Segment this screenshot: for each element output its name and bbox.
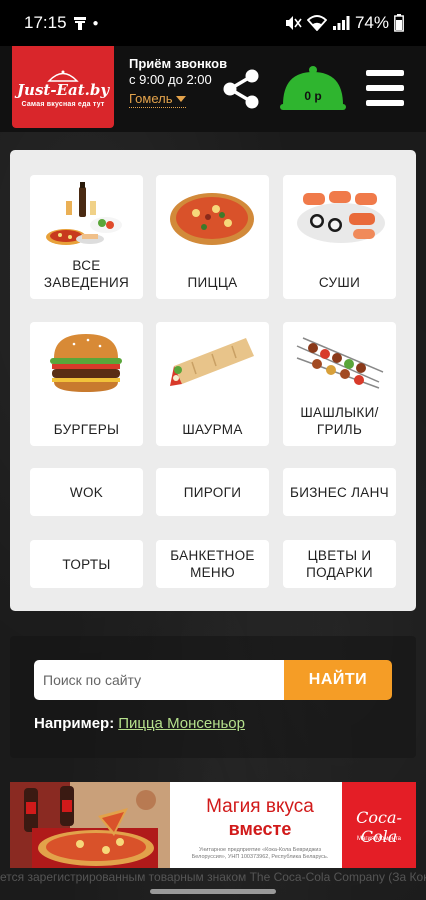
ad-banner[interactable]: Магия вкуса вместе Унитарное предприятие… xyxy=(10,782,416,868)
category-cakes[interactable]: ТОРТЫ xyxy=(30,540,143,588)
category-pizza[interactable]: ПИЦЦА xyxy=(156,175,269,299)
status-bar: 17:15 ● 74% xyxy=(0,0,426,46)
category-business-lunch[interactable]: БИЗНЕС ЛАНЧ xyxy=(283,468,396,516)
category-wok[interactable]: WOK xyxy=(30,468,143,516)
search-example: Например: Пицца Монсеньор xyxy=(34,715,245,732)
menu-bar xyxy=(366,100,404,106)
category-burgers[interactable]: БУРГЕРЫ xyxy=(30,322,143,446)
category-label: ПИЦЦА xyxy=(187,275,238,290)
category-label: ШАШЛЫКИ/ ГРИЛЬ xyxy=(300,405,379,437)
category-label: СУШИ xyxy=(318,275,361,290)
pizza-photo-image xyxy=(10,782,170,868)
status-time: 17:15 xyxy=(24,13,67,32)
dot-icon: ● xyxy=(92,17,99,29)
cart-total: 0 р xyxy=(304,89,322,103)
category-grill[interactable]: ШАШЛЫКИ/ ГРИЛЬ xyxy=(283,322,396,446)
battery-percent: 74% xyxy=(354,13,389,32)
city-selector[interactable]: Гомель xyxy=(129,91,186,108)
signal-icon xyxy=(332,16,350,30)
category-label: БАНКЕТНОЕ МЕНЮ xyxy=(170,548,255,580)
cloche-cart-icon xyxy=(280,66,346,110)
category-label: ВСЕ ЗАВЕДЕНИЯ xyxy=(43,258,130,290)
share-icon[interactable] xyxy=(221,68,261,110)
cart-button[interactable]: 0 р xyxy=(280,62,346,112)
category-label: ПИРОГИ xyxy=(183,484,242,500)
menu-bar xyxy=(366,85,404,91)
coca-cola-block: Coca-Cola Магия Момента xyxy=(342,782,416,868)
notification-icon xyxy=(73,17,86,30)
coca-cola-slogan: Магия Момента xyxy=(356,836,402,842)
food-assortment-icon xyxy=(46,182,122,245)
category-pies[interactable]: ПИРОГИ xyxy=(156,468,269,516)
category-label: WOK xyxy=(69,484,104,500)
wifi-icon xyxy=(306,15,327,31)
sushi-icon xyxy=(297,191,385,243)
example-prefix: Например: xyxy=(34,715,115,732)
category-banquet-menu[interactable]: БАНКЕТНОЕ МЕНЮ xyxy=(156,540,269,588)
example-link[interactable]: Пицца Монсеньор xyxy=(118,715,245,732)
logo-title: Just-Eat.by xyxy=(16,81,110,99)
shawarma-icon xyxy=(170,338,254,386)
call-hours-block: Приём звонков с 9:00 до 2:00 Гомель xyxy=(129,56,227,108)
search-button[interactable]: НАЙТИ xyxy=(284,660,392,700)
gesture-nav-bar[interactable] xyxy=(150,889,276,894)
call-title: Приём звонков xyxy=(129,56,228,71)
city-name: Гомель xyxy=(129,91,173,106)
search-input[interactable] xyxy=(34,660,284,700)
category-label: БИЗНЕС ЛАНЧ xyxy=(290,484,389,500)
banner-title-second: вместе xyxy=(228,819,292,839)
logo-tagline: Самая вкусная еда тут xyxy=(21,101,105,108)
category-flowers-gifts[interactable]: ЦВЕТЫ И ПОДАРКИ xyxy=(283,540,396,588)
mute-icon xyxy=(285,16,302,30)
site-logo[interactable]: Just-Eat.by Самая вкусная еда тут xyxy=(12,46,114,128)
category-label: ШАУРМА xyxy=(182,422,243,437)
menu-bar xyxy=(366,70,404,76)
category-label: ТОРТЫ xyxy=(62,556,111,572)
category-sushi[interactable]: СУШИ xyxy=(283,175,396,299)
category-label: ЦВЕТЫ И ПОДАРКИ xyxy=(306,548,373,580)
site-header: Just-Eat.by Самая вкусная еда тут Приём … xyxy=(0,46,426,132)
caret-down-icon xyxy=(175,96,186,102)
battery-icon xyxy=(394,14,404,32)
burger-icon xyxy=(50,334,122,392)
pizza-icon xyxy=(170,193,254,245)
category-all-venues[interactable]: ВСЕ ЗАВЕДЕНИЯ xyxy=(30,175,143,299)
skewers-icon xyxy=(296,337,384,389)
footer-ticker-text: ется зарегистрированным товарным знаком … xyxy=(0,870,426,884)
categories-panel: ВСЕ ЗАВЕДЕНИЯ ПИЦЦА СУШИ БУРГЕРЫ ШАУРМА … xyxy=(10,150,416,611)
category-label: БУРГЕРЫ xyxy=(53,422,120,437)
call-hours: с 9:00 до 2:00 xyxy=(129,72,212,87)
category-shawarma[interactable]: ШАУРМА xyxy=(156,322,269,446)
hamburger-menu-button[interactable] xyxy=(366,70,404,106)
banner-fine-print: Унитарное предприятие «Кока-Кола Бевридж… xyxy=(191,847,329,860)
banner-title: Магия вкуса xyxy=(206,796,314,817)
